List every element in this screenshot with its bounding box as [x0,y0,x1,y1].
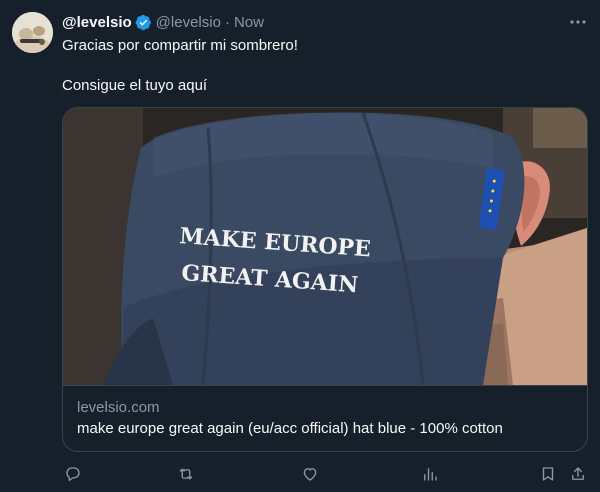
tweet-actions [62,463,590,485]
link-card[interactable]: MAKE EUROPE GREAT AGAIN levelsio.com mak… [62,107,588,452]
tweet-text: Gracias por compartir mi sombrero! Consi… [62,36,582,96]
author-name[interactable]: @levelsio [62,14,132,31]
avatar-image [12,12,53,53]
retweet-button[interactable] [175,463,197,485]
more-icon [570,20,586,24]
like-icon [303,468,317,481]
card-title: make europe great again (eu/acc official… [77,420,503,437]
more-options-button[interactable] [568,12,588,32]
verified-badge-icon [135,14,151,30]
tweet-text-line: Gracias por compartir mi sombrero! [62,37,298,54]
card-image[interactable]: MAKE EUROPE GREAT AGAIN [63,108,587,385]
timestamp[interactable]: Now [234,14,264,31]
retweet-icon [179,468,193,480]
avatar[interactable] [12,12,53,53]
tweet-header: @levelsio @levelsio · Now [62,12,264,32]
reply-icon [66,467,80,482]
like-button[interactable] [299,463,321,485]
share-icon [572,467,584,480]
separator-dot: · [224,13,230,31]
bookmark-button[interactable] [537,463,559,485]
card-domain: levelsio.com [77,399,160,416]
share-button[interactable] [567,463,589,485]
views-icon [424,468,437,481]
reply-button[interactable] [62,463,84,485]
card-footer[interactable]: levelsio.com make europe great again (eu… [63,385,587,451]
author-handle[interactable]: @levelsio [156,14,221,31]
bookmark-icon [542,467,554,481]
tweet-text-line: Consigue el tuyo aquí [62,77,208,94]
views-button[interactable] [419,463,441,485]
